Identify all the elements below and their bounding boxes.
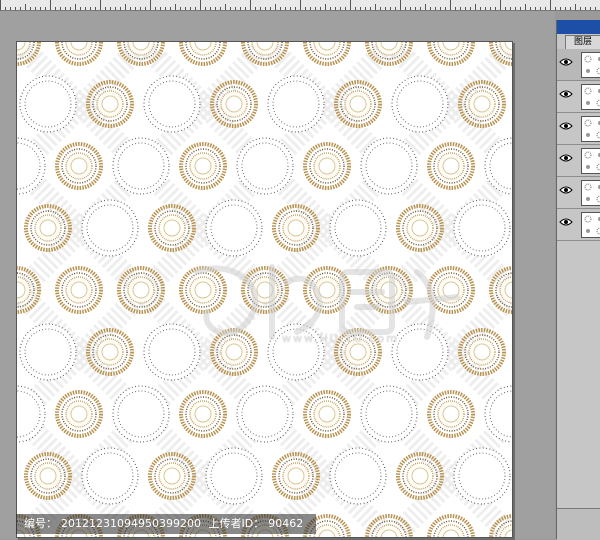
gold-medallion — [427, 390, 475, 438]
dotted-ring — [143, 75, 201, 133]
document-workspace: www.HUITU.com 编号： 20121231094950399200 上传… — [0, 11, 555, 539]
gold-medallion — [55, 142, 103, 190]
image-info-bar: 编号： 20121231094950399200 上传者ID： 90462 — [16, 514, 316, 534]
layer-row[interactable] — [557, 145, 600, 177]
uploader-value: 90462 — [268, 517, 304, 530]
gold-medallion — [55, 42, 103, 66]
dotted-ring — [484, 385, 512, 443]
ruler-ticks — [0, 0, 596, 10]
eye-icon[interactable] — [559, 185, 577, 199]
gold-medallion — [24, 452, 72, 500]
gold-medallion — [303, 42, 351, 66]
dotted-ring — [453, 199, 511, 257]
eye-icon[interactable] — [559, 89, 577, 103]
eye-icon[interactable] — [559, 121, 577, 135]
gold-medallion — [24, 204, 72, 252]
layers-panel: 图层 — [556, 20, 600, 540]
eye-icon[interactable] — [559, 57, 577, 71]
layer-thumbnail[interactable] — [581, 148, 600, 174]
dotted-ring — [19, 75, 77, 133]
dotted-ring — [236, 137, 294, 195]
layer-thumbnail[interactable] — [581, 116, 600, 142]
dotted-ring — [81, 447, 139, 505]
gold-medallion — [396, 204, 444, 252]
top-ruler — [0, 0, 600, 11]
id-value: 20121231094950399200 — [61, 517, 201, 530]
dotted-ring — [17, 385, 46, 443]
layer-row[interactable] — [557, 177, 600, 209]
layer-row[interactable] — [557, 49, 600, 81]
layer-thumbnail[interactable] — [581, 84, 600, 110]
layer-thumbnail[interactable] — [581, 180, 600, 206]
gold-medallion — [179, 142, 227, 190]
layer-row[interactable] — [557, 81, 600, 113]
gold-medallion — [427, 514, 475, 537]
gold-medallion — [427, 42, 475, 66]
eye-icon[interactable] — [559, 153, 577, 167]
gold-medallion — [396, 452, 444, 500]
gold-medallion — [179, 390, 227, 438]
panel-bottom — [557, 508, 600, 540]
dotted-ring — [329, 447, 387, 505]
gold-medallion — [489, 42, 512, 66]
eye-icon[interactable] — [559, 217, 577, 231]
gold-medallion — [148, 204, 196, 252]
panel-title-bar[interactable] — [557, 20, 600, 34]
gold-medallion — [272, 452, 320, 500]
dotted-ring — [112, 385, 170, 443]
gold-medallion — [272, 204, 320, 252]
gold-medallion — [303, 390, 351, 438]
tab-layers[interactable]: 图层 — [565, 35, 600, 49]
gold-medallion — [148, 452, 196, 500]
dotted-ring — [112, 137, 170, 195]
dotted-ring — [453, 447, 511, 505]
gold-medallion — [55, 390, 103, 438]
gold-medallion — [55, 266, 103, 314]
gold-medallion — [179, 42, 227, 66]
dotted-ring — [360, 137, 418, 195]
dotted-ring — [205, 447, 263, 505]
layer-row[interactable] — [557, 209, 600, 241]
dotted-ring — [19, 323, 77, 381]
layer-thumbnail[interactable] — [581, 52, 600, 78]
dotted-ring — [81, 199, 139, 257]
dotted-ring — [391, 75, 449, 133]
dotted-ring — [267, 75, 325, 133]
watermark-logo — [194, 264, 460, 340]
layers-list — [557, 49, 600, 241]
dotted-ring — [360, 385, 418, 443]
gold-medallion — [303, 142, 351, 190]
gold-medallion — [365, 514, 413, 537]
uploader-label: 上传者ID： — [208, 517, 265, 530]
watermark-site-text: www.HUITU.com — [282, 332, 399, 345]
document-canvas[interactable]: www.HUITU.com — [16, 41, 513, 538]
dotted-ring — [205, 199, 263, 257]
layer-thumbnail[interactable] — [581, 212, 600, 238]
dotted-ring — [329, 199, 387, 257]
id-label: 编号： — [24, 517, 57, 530]
dotted-ring — [236, 385, 294, 443]
layer-row[interactable] — [557, 113, 600, 145]
gold-medallion — [427, 142, 475, 190]
